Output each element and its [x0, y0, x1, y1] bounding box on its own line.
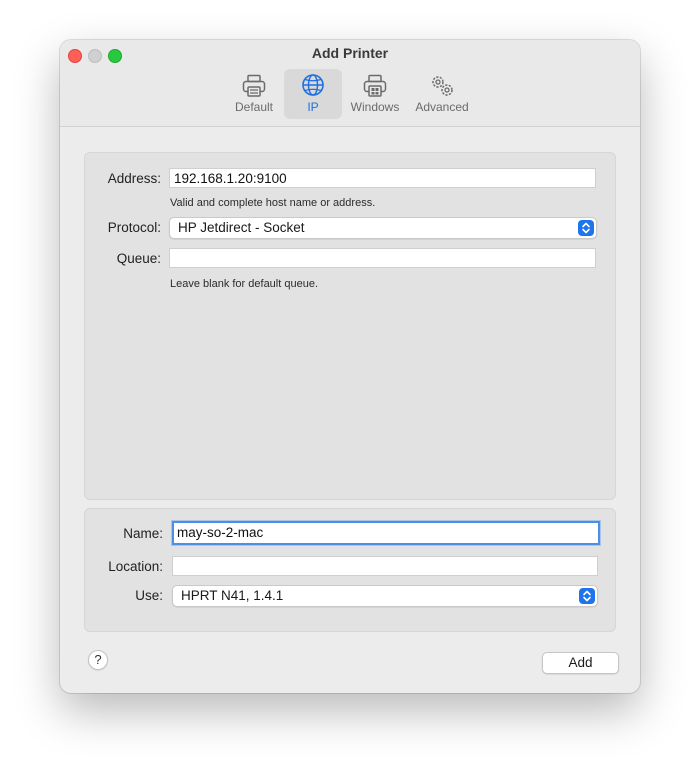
- address-field[interactable]: [169, 168, 596, 188]
- name-label: Name:: [123, 526, 163, 541]
- name-field[interactable]: may-so-2-mac: [172, 521, 600, 545]
- location-field[interactable]: [172, 556, 598, 576]
- printer-icon: [242, 74, 266, 97]
- location-label: Location:: [108, 559, 163, 574]
- add-printer-window: Add Printer Default IP Windows Advanced …: [60, 40, 640, 693]
- add-button[interactable]: Add: [542, 652, 619, 674]
- use-label: Use:: [135, 588, 163, 603]
- address-hint: Valid and complete host name or address.: [170, 197, 376, 209]
- tab-windows[interactable]: Windows: [344, 69, 406, 119]
- windows-printer-icon: [363, 74, 387, 97]
- queue-label: Queue:: [116, 251, 161, 266]
- name-field-value: may-so-2-mac: [177, 525, 264, 540]
- use-driver-select[interactable]: HPRT N41, 1.4.1: [172, 585, 598, 607]
- tab-windows-label: Windows: [350, 100, 400, 114]
- use-driver-select-value: HPRT N41, 1.4.1: [181, 588, 284, 603]
- chevron-up-down-icon: [578, 220, 594, 236]
- tab-default-label: Default: [234, 100, 274, 114]
- queue-field[interactable]: [169, 248, 596, 268]
- queue-hint: Leave blank for default queue.: [170, 278, 319, 290]
- tab-default[interactable]: Default: [226, 69, 282, 119]
- tab-advanced[interactable]: Advanced: [410, 69, 474, 119]
- tab-advanced-label: Advanced: [415, 100, 469, 114]
- globe-icon: [302, 74, 324, 96]
- help-button[interactable]: ?: [88, 650, 108, 670]
- protocol-label: Protocol:: [107, 220, 161, 235]
- titlebar: Add Printer Default IP Windows Advanced: [60, 40, 640, 127]
- tab-ip-label: IP: [307, 100, 319, 114]
- protocol-select[interactable]: HP Jetdirect - Socket: [169, 217, 597, 239]
- window-title: Add Printer: [311, 45, 389, 61]
- printer-details-panel: Name: may-so-2-mac Location: Use: HPRT N…: [84, 508, 616, 632]
- chevron-up-down-icon: [579, 588, 595, 604]
- protocol-select-value: HP Jetdirect - Socket: [178, 220, 305, 235]
- tab-ip[interactable]: IP: [284, 69, 342, 119]
- gears-icon: [432, 76, 453, 96]
- ip-settings-panel: Address: Valid and complete host name or…: [84, 152, 616, 500]
- address-label: Address:: [107, 171, 161, 186]
